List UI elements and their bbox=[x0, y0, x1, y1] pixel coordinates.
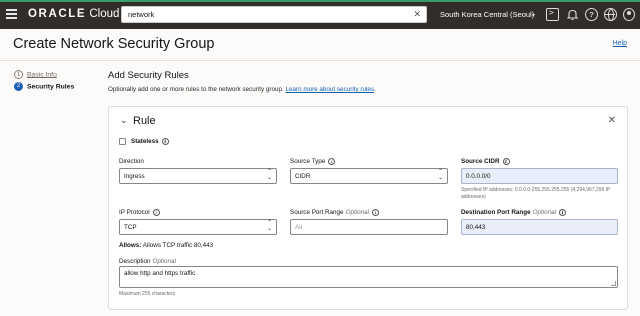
section-description-text: Optionally add one or more rules to the … bbox=[108, 86, 284, 93]
source-type-value: CIDR bbox=[295, 173, 311, 180]
info-icon[interactable]: i bbox=[502, 158, 510, 165]
info-icon[interactable]: i bbox=[152, 209, 160, 216]
source-type-label: Source Type i bbox=[290, 158, 336, 166]
help-link[interactable]: Help bbox=[613, 40, 627, 47]
ip-protocol-text: IP Protocol bbox=[119, 209, 150, 217]
rule-card: ⌄ Rule ✕ Stateless i Direction Ingress ⌃ ⌄… bbox=[108, 106, 628, 310]
clear-search-icon[interactable]: ✕ bbox=[413, 9, 421, 20]
user-profile-icon[interactable] bbox=[623, 8, 635, 21]
description-helper: Maximum 255 characters bbox=[119, 291, 176, 297]
source-type-text: Source Type bbox=[290, 158, 326, 166]
step-number: 2 bbox=[14, 82, 23, 91]
allows-text: Allows TCP traffic 80,443 bbox=[142, 242, 214, 249]
brand-cloud: Cloud bbox=[89, 8, 120, 20]
header-divider bbox=[0, 60, 640, 61]
source-port-range-text: Source Port Range bbox=[290, 209, 344, 217]
close-icon[interactable]: ✕ bbox=[608, 115, 616, 126]
learn-more-link[interactable]: Learn more about security rules bbox=[285, 86, 374, 93]
page-title: Create Network Security Group bbox=[13, 36, 215, 52]
step-number: 1 bbox=[14, 70, 23, 79]
search-value: network bbox=[128, 10, 155, 19]
region-selector[interactable]: South Korea Central (Seoul) bbox=[440, 10, 534, 19]
info-icon[interactable]: i bbox=[161, 138, 169, 145]
cloud-shell-icon[interactable]: > bbox=[546, 8, 559, 21]
select-arrows-icon: ⌃ ⌄ bbox=[266, 220, 272, 232]
ip-protocol-value: TCP bbox=[124, 224, 137, 231]
source-cidr-text: Source CIDR bbox=[461, 158, 500, 166]
brand-oracle: ORACLE bbox=[28, 8, 87, 20]
section-description: Optionally add one or more rules to the … bbox=[108, 86, 376, 93]
source-port-range-label: Source Port Range Optional i bbox=[290, 209, 380, 217]
stateless-text: Stateless bbox=[131, 138, 159, 146]
ip-protocol-select[interactable]: TCP ⌃ ⌄ bbox=[119, 219, 277, 235]
rule-title: Rule bbox=[133, 115, 156, 127]
description-value: allow http and https traffic bbox=[124, 270, 196, 277]
source-port-range-placeholder: All bbox=[295, 224, 302, 231]
resize-handle-icon[interactable] bbox=[611, 281, 616, 286]
info-icon[interactable]: i bbox=[328, 158, 336, 165]
description-text: Description bbox=[119, 258, 151, 265]
select-arrows-icon: ⌃ ⌄ bbox=[266, 169, 272, 181]
step-label: Basic Info bbox=[27, 71, 57, 79]
stateless-label: Stateless i bbox=[131, 138, 169, 145]
bell-icon[interactable] bbox=[566, 8, 579, 21]
stateless-checkbox[interactable] bbox=[119, 138, 126, 145]
help-icon[interactable]: ? bbox=[585, 8, 598, 21]
optional-tag: Optional bbox=[345, 209, 370, 217]
collapse-chevron-icon[interactable]: ⌄ bbox=[120, 115, 128, 126]
source-cidr-helper: Specified IP addresses: 0.0.0.0-255.255.… bbox=[461, 187, 611, 200]
chevron-down-icon[interactable]: ⌄ bbox=[530, 9, 537, 18]
direction-select[interactable]: Ingress ⌃ ⌄ bbox=[119, 168, 277, 184]
info-icon[interactable]: i bbox=[372, 209, 380, 216]
source-cidr-input[interactable]: 0.0.0.0/0 bbox=[461, 168, 618, 184]
search-input[interactable]: network ✕ bbox=[121, 6, 427, 23]
step-label: Security Rules bbox=[27, 83, 75, 91]
direction-value: Ingress bbox=[124, 173, 145, 180]
destination-port-range-value: 80,443 bbox=[466, 224, 486, 231]
destination-port-range-label: Destination Port Range Optional i bbox=[461, 209, 567, 217]
globe-icon[interactable] bbox=[604, 8, 617, 21]
top-bar: ORACLE Cloud network ✕ South Korea Centr… bbox=[0, 0, 640, 29]
destination-port-range-text: Destination Port Range bbox=[461, 209, 531, 217]
select-arrows-icon: ⌃ ⌄ bbox=[437, 169, 443, 181]
menu-icon[interactable] bbox=[6, 9, 17, 19]
direction-label: Direction bbox=[119, 158, 144, 165]
source-type-select[interactable]: CIDR ⌃ ⌄ bbox=[290, 168, 448, 184]
oracle-cloud-logo[interactable]: ORACLE Cloud bbox=[28, 8, 119, 20]
description-label: Description Optional bbox=[119, 258, 176, 265]
step-basic-info[interactable]: 1 Basic Info bbox=[14, 70, 57, 79]
step-security-rules[interactable]: 2 Security Rules bbox=[14, 82, 74, 91]
optional-tag: Optional bbox=[532, 209, 557, 217]
info-icon[interactable]: i bbox=[559, 209, 567, 216]
destination-port-range-input[interactable]: 80,443 bbox=[461, 219, 618, 235]
section-title: Add Security Rules bbox=[108, 70, 189, 81]
accent-line bbox=[0, 0, 640, 2]
source-cidr-value: 0.0.0.0/0 bbox=[466, 173, 491, 180]
source-cidr-label: Source CIDR i bbox=[461, 158, 510, 165]
allows-summary: Allows: Allows TCP traffic 80,443 bbox=[119, 242, 213, 249]
allows-label: Allows: bbox=[119, 242, 142, 249]
optional-tag: Optional bbox=[152, 258, 176, 265]
description-textarea[interactable]: allow http and https traffic bbox=[119, 266, 618, 288]
source-port-range-input[interactable]: All bbox=[290, 219, 448, 235]
ip-protocol-label: IP Protocol i bbox=[119, 209, 160, 216]
